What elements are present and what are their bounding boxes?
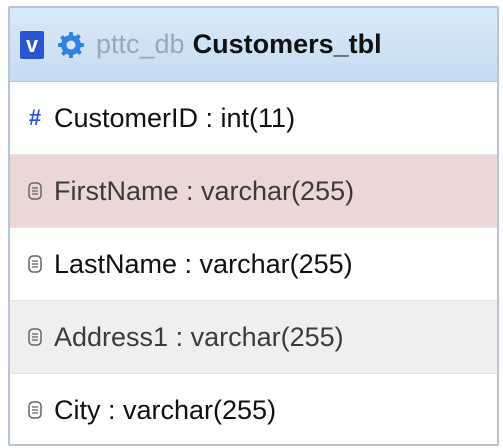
column-list: # CustomerID : int(11) FirstName : varch…: [10, 82, 497, 444]
table-name[interactable]: Customers_tbl: [193, 29, 382, 60]
text-field-icon: [24, 181, 46, 201]
column-row-city[interactable]: City : varchar(255): [10, 374, 497, 444]
column-row-lastname[interactable]: LastName : varchar(255): [10, 228, 497, 301]
text-field-icon: [24, 327, 46, 347]
table-card[interactable]: v pttc_db Customers_tbl # CustomerID : i…: [8, 6, 499, 446]
database-name: pttc_db: [96, 29, 185, 59]
column-label: Address1 : varchar(255): [54, 321, 344, 352]
column-row-customerid[interactable]: # CustomerID : int(11): [10, 82, 497, 155]
column-label: FirstName : varchar(255): [54, 175, 355, 206]
column-row-firstname[interactable]: FirstName : varchar(255): [10, 155, 497, 228]
column-row-address1[interactable]: Address1 : varchar(255): [10, 301, 497, 374]
table-header[interactable]: v pttc_db Customers_tbl: [10, 8, 497, 82]
column-label: CustomerID : int(11): [54, 102, 296, 133]
text-field-icon: [24, 254, 46, 274]
hash-icon: #: [28, 105, 42, 130]
column-label: LastName : varchar(255): [54, 248, 353, 279]
collapse-toggle-button[interactable]: v: [20, 30, 44, 59]
column-label: City : varchar(255): [54, 394, 277, 425]
gear-icon[interactable]: [56, 30, 86, 60]
text-field-icon: [24, 400, 46, 420]
